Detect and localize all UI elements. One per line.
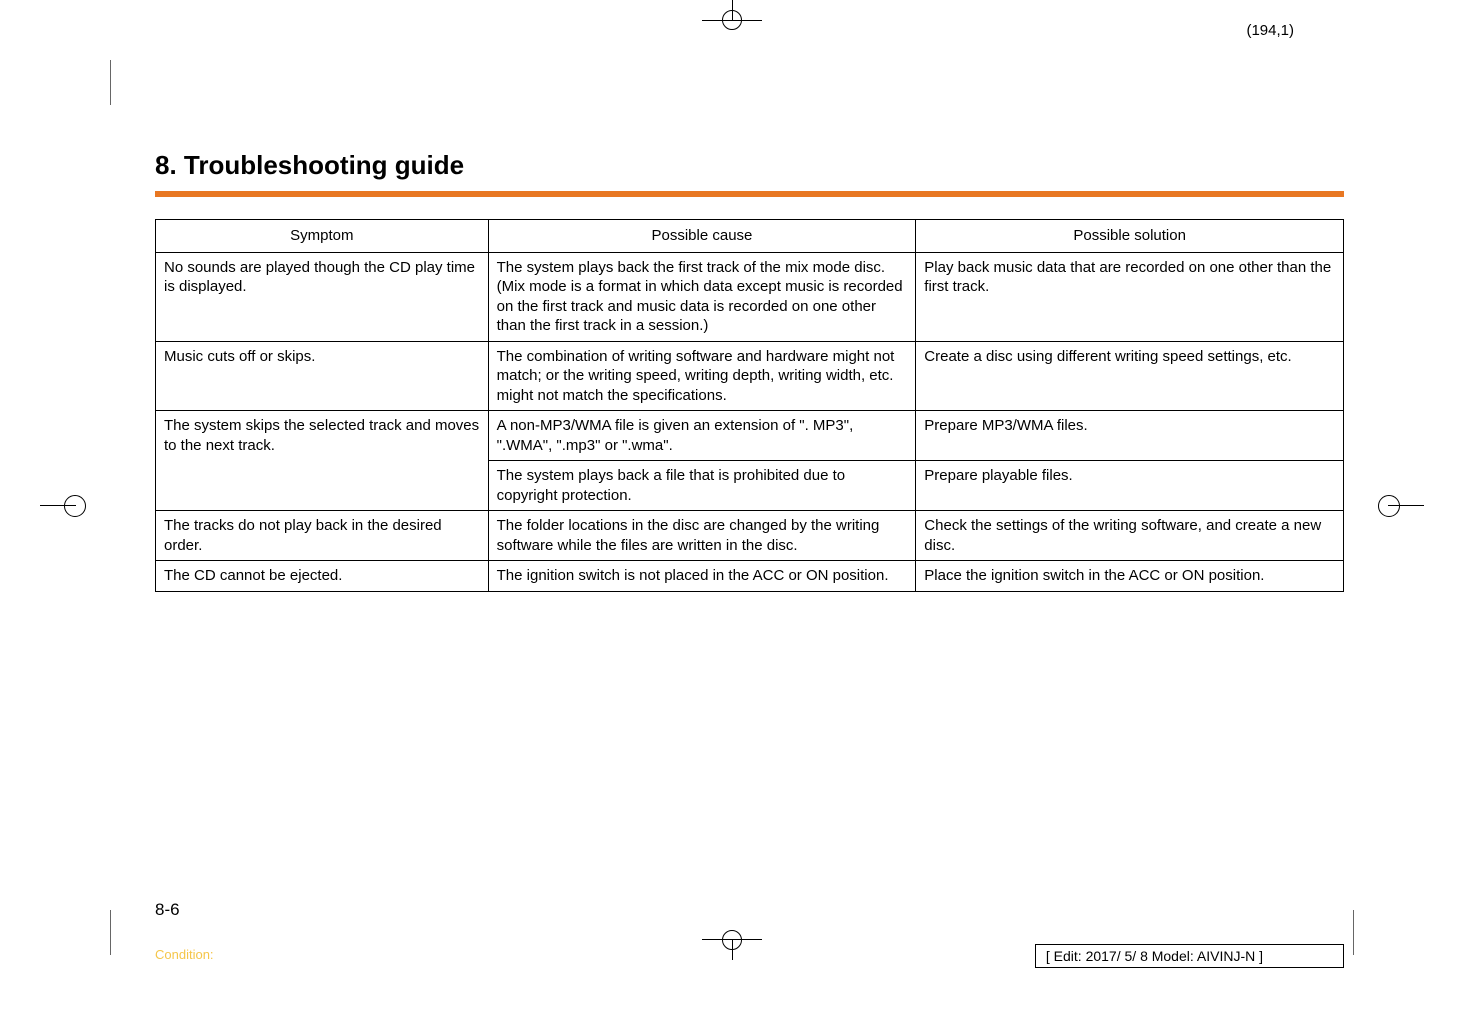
troubleshooting-table: Symptom Possible cause Possible solution… [155, 219, 1344, 592]
crop-mark-left [40, 505, 76, 506]
edit-info-box: [ Edit: 2017/ 5/ 8 Model: AIVINJ-N ] [1035, 944, 1344, 968]
crop-mark-top [702, 0, 762, 28]
cell-cause: The folder locations in the disc are cha… [488, 511, 916, 561]
cell-symptom: The tracks do not play back in the desir… [156, 511, 489, 561]
page-coordinate: (194,1) [1246, 22, 1294, 39]
page-number: 8-6 [155, 900, 180, 920]
cell-cause: The combination of writing software and … [488, 341, 916, 411]
table-row: The tracks do not play back in the desir… [156, 511, 1344, 561]
trim-mark [110, 910, 111, 955]
cell-solution: Prepare playable files. [916, 461, 1344, 511]
table-header-row: Symptom Possible cause Possible solution [156, 220, 1344, 253]
section-title: 8. Troubleshooting guide [155, 150, 1344, 181]
cell-cause: The ignition switch is not placed in the… [488, 561, 916, 592]
page-content: 8. Troubleshooting guide Symptom Possibl… [155, 150, 1344, 592]
crop-mark-bottom [702, 932, 762, 960]
col-solution: Possible solution [916, 220, 1344, 253]
cell-cause: A non-MP3/WMA file is given an extension… [488, 411, 916, 461]
title-underline [155, 191, 1344, 197]
cell-symptom: Music cuts off or skips. [156, 341, 489, 411]
condition-label: Condition: [155, 947, 214, 962]
table-row: The CD cannot be ejected. The ignition s… [156, 561, 1344, 592]
cell-solution: Prepare MP3/WMA files. [916, 411, 1344, 461]
cell-solution: Check the settings of the writing softwa… [916, 511, 1344, 561]
col-symptom: Symptom [156, 220, 489, 253]
crop-mark-right [1388, 505, 1424, 506]
table-row: Music cuts off or skips. The combination… [156, 341, 1344, 411]
cell-cause: The system plays back the first track of… [488, 252, 916, 341]
table-row: No sounds are played though the CD play … [156, 252, 1344, 341]
cell-symptom: The CD cannot be ejected. [156, 561, 489, 592]
table-row: The system skips the selected track and … [156, 411, 1344, 461]
trim-mark [1353, 910, 1354, 955]
trim-mark [110, 60, 111, 105]
cell-solution: Play back music data that are recorded o… [916, 252, 1344, 341]
cell-solution: Place the ignition switch in the ACC or … [916, 561, 1344, 592]
cell-cause: The system plays back a file that is pro… [488, 461, 916, 511]
cell-solution: Create a disc using different writing sp… [916, 341, 1344, 411]
col-cause: Possible cause [488, 220, 916, 253]
cell-symptom: The system skips the selected track and … [156, 411, 489, 511]
cell-symptom: No sounds are played though the CD play … [156, 252, 489, 341]
